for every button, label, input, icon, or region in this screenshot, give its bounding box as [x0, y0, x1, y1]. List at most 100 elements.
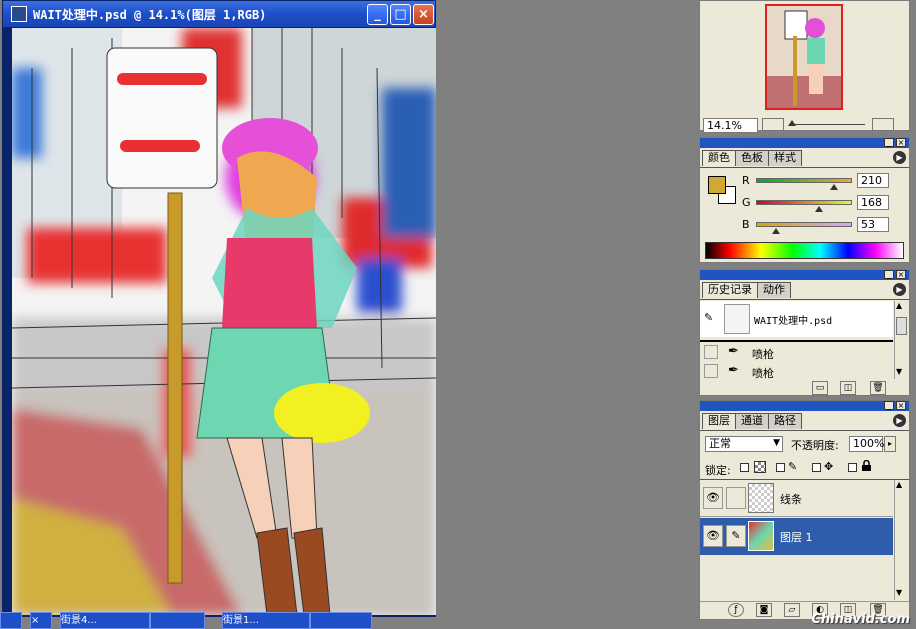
foreground-color-swatch[interactable]: [708, 176, 726, 194]
history-scrollbar[interactable]: ▲ ▼: [894, 301, 908, 379]
navigator-thumbnail[interactable]: [765, 4, 843, 110]
color-spectrum-ramp[interactable]: [705, 242, 904, 259]
channel-g-field[interactable]: 168: [857, 195, 889, 210]
channel-g-slider[interactable]: [756, 200, 852, 205]
maximize-button[interactable]: □: [390, 4, 411, 25]
channel-r-field[interactable]: 210: [857, 173, 889, 188]
color-palette-menu-icon[interactable]: ▶: [893, 151, 906, 164]
history-brush-source-icon[interactable]: ✎: [704, 311, 713, 324]
palette-minimize-icon[interactable]: _: [884, 138, 894, 147]
lock-icon: [862, 459, 871, 471]
lock-all-checkbox[interactable]: [848, 463, 857, 472]
minimized-doc-streetview1[interactable]: 街景1...: [222, 612, 310, 629]
minimized-doc-controls-2[interactable]: [310, 612, 372, 629]
lock-image-checkbox[interactable]: [776, 463, 785, 472]
zoom-slider-thumb[interactable]: [788, 120, 796, 126]
minimized-doc-restore[interactable]: [0, 612, 22, 629]
palette-minimize-icon[interactable]: _: [884, 401, 894, 410]
channel-g-label: G: [742, 196, 751, 209]
channel-g-thumb[interactable]: [815, 206, 823, 212]
layer-thumbnail: [748, 483, 774, 513]
history-palette-titlebar[interactable]: _ ×: [700, 270, 909, 280]
tab-actions[interactable]: 动作: [757, 282, 791, 298]
chevron-down-icon: ▼: [773, 438, 780, 448]
new-document-from-state-icon[interactable]: ▭: [812, 381, 828, 395]
document-window[interactable]: WAIT处理中.psd @ 14.1%(图层 1,RGB) _ □ ×: [2, 0, 436, 617]
scroll-thumb[interactable]: [896, 317, 907, 335]
tab-color[interactable]: 颜色: [702, 150, 736, 166]
history-source-box[interactable]: [704, 364, 718, 378]
channel-b-label: B: [742, 218, 750, 231]
opacity-slider-button[interactable]: ▸: [884, 436, 896, 452]
history-step-label: 喷枪: [752, 367, 774, 380]
palette-close-icon[interactable]: ×: [896, 138, 906, 147]
lock-transparency-checkbox[interactable]: [740, 463, 749, 472]
tab-layers[interactable]: 图层: [702, 413, 736, 429]
tab-paths[interactable]: 路径: [768, 413, 802, 429]
tab-channels[interactable]: 通道: [735, 413, 769, 429]
airbrush-icon: ✒: [728, 344, 739, 359]
channel-b-slider[interactable]: [756, 222, 852, 227]
zoom-in-icon[interactable]: [872, 118, 894, 131]
minimized-doc-close[interactable]: ×: [30, 612, 52, 629]
layer-row-layer1[interactable]: 👁 ✎ 图层 1: [700, 518, 893, 555]
history-step[interactable]: ✒ 喷枪: [700, 343, 893, 361]
blend-mode-value: 正常: [709, 437, 731, 450]
history-source-box[interactable]: [704, 345, 718, 359]
scroll-up-icon[interactable]: ▲: [896, 480, 902, 489]
layer-row-lines[interactable]: 👁 线条: [700, 480, 893, 517]
lock-position-checkbox[interactable]: [812, 463, 821, 472]
eye-icon[interactable]: 👁: [703, 525, 723, 547]
layers-palette-titlebar[interactable]: _ ×: [700, 401, 909, 411]
transparency-icon: [754, 461, 766, 473]
layer-link-box[interactable]: [726, 487, 746, 509]
channel-r-slider[interactable]: [756, 178, 852, 183]
delete-history-icon[interactable]: 🗑: [870, 381, 886, 395]
minimize-button[interactable]: _: [367, 4, 388, 25]
new-snapshot-icon[interactable]: ◫: [840, 381, 856, 395]
color-palette-titlebar[interactable]: _ ×: [700, 138, 909, 148]
layers-palette-menu-icon[interactable]: ▶: [893, 414, 906, 427]
channel-r-thumb[interactable]: [830, 184, 838, 190]
scroll-up-icon[interactable]: ▲: [896, 301, 902, 310]
history-step[interactable]: ✒ 喷枪: [700, 362, 893, 380]
color-tabs: 颜色 色板 样式: [702, 150, 802, 166]
opacity-field[interactable]: 100%: [849, 436, 884, 452]
move-icon: ✥: [824, 460, 834, 473]
navigator-palette: 14.1%: [699, 0, 910, 133]
snapshot-label: WAIT处理中.psd: [754, 316, 833, 327]
navigator-preview-image: [767, 6, 841, 108]
new-group-icon[interactable]: ▱: [784, 603, 800, 617]
minimized-doc-controls[interactable]: [150, 612, 205, 629]
history-palette-menu-icon[interactable]: ▶: [893, 283, 906, 296]
tab-history[interactable]: 历史记录: [702, 282, 758, 298]
palette-close-icon[interactable]: ×: [896, 270, 906, 279]
scroll-down-icon[interactable]: ▼: [896, 588, 902, 597]
blend-mode-select[interactable]: 正常 ▼: [705, 436, 783, 452]
document-titlebar[interactable]: WAIT处理中.psd @ 14.1%(图层 1,RGB) _ □ ×: [3, 1, 435, 27]
history-snapshot-row[interactable]: ✎ WAIT处理中.psd: [700, 301, 893, 337]
close-button[interactable]: ×: [413, 4, 434, 25]
channel-b-thumb[interactable]: [772, 228, 780, 234]
tab-swatches[interactable]: 色板: [735, 150, 769, 166]
photoshop-document-icon[interactable]: [11, 6, 27, 22]
scroll-down-icon[interactable]: ▼: [896, 367, 902, 376]
minimized-doc-streetview4[interactable]: 街景4...: [60, 612, 150, 629]
palette-close-icon[interactable]: ×: [896, 401, 906, 410]
layer-name: 线条: [780, 493, 802, 506]
palette-minimize-icon[interactable]: _: [884, 270, 894, 279]
add-layer-style-icon[interactable]: ƒ: [728, 603, 744, 617]
channel-b-field[interactable]: 53: [857, 217, 889, 232]
zoom-slider[interactable]: [790, 124, 865, 125]
image-canvas[interactable]: [12, 28, 436, 615]
brush-icon[interactable]: ✎: [726, 525, 746, 547]
add-mask-icon[interactable]: ◙: [756, 603, 772, 617]
layers-palette: _ × 图层 通道 路径 ▶ 正常 ▼ 不透明度: 100% ▸ 锁定: ✎ ✥…: [699, 400, 910, 620]
minimized-doc-label: 街景4...: [61, 615, 97, 626]
color-palette: _ × 颜色 色板 样式 ▶ R 210 G 168 B 53: [699, 137, 910, 263]
layers-scrollbar[interactable]: ▲ ▼: [894, 480, 908, 600]
navigator-zoom-field[interactable]: 14.1%: [703, 118, 758, 133]
zoom-out-icon[interactable]: [762, 118, 784, 131]
tab-styles[interactable]: 样式: [768, 150, 802, 166]
eye-icon[interactable]: 👁: [703, 487, 723, 509]
